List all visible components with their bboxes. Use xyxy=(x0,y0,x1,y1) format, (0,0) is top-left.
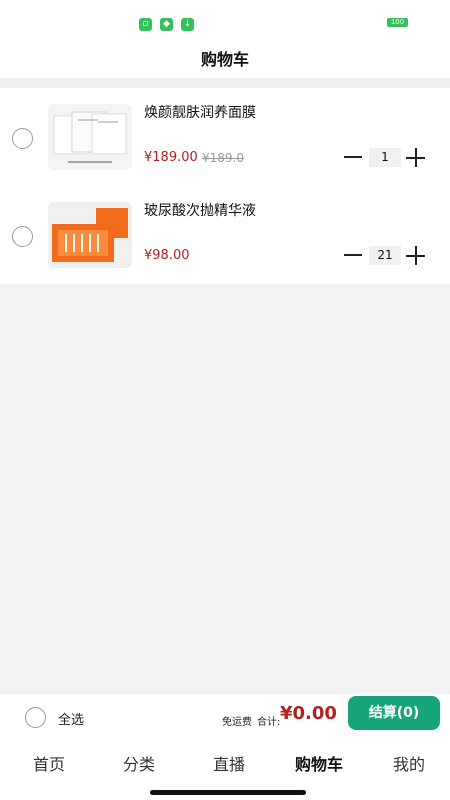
quantity-value[interactable]: 1 xyxy=(369,148,401,167)
divider xyxy=(0,78,450,88)
tab-home[interactable]: 首页 xyxy=(9,751,89,775)
increase-quantity-button[interactable] xyxy=(406,246,425,265)
cart-item: 玻尿酸次抛精华液 ¥98.00 21 xyxy=(0,186,450,284)
status-icons: ▫ ◆ ↓ xyxy=(139,18,194,31)
download-icon: ↓ xyxy=(181,18,194,31)
message-icon: ▫ xyxy=(139,18,152,31)
tab-mine[interactable]: 我的 xyxy=(369,751,449,775)
page-title: 购物车 xyxy=(200,50,249,69)
item-select-radio[interactable] xyxy=(12,128,33,149)
product-price: ¥189.00 xyxy=(144,150,198,165)
quantity-value[interactable]: 21 xyxy=(369,246,401,265)
decrease-quantity-button[interactable] xyxy=(344,156,362,158)
checkout-button[interactable]: 结算(0) xyxy=(348,696,440,730)
checkout-bar: 全选 免运费 合计: ¥0.00 结算(0) xyxy=(0,694,450,738)
select-all-label[interactable]: 全选 xyxy=(58,709,84,728)
total-amount: ¥0.00 xyxy=(280,703,337,724)
status-bar: ▫ ◆ ↓ 100 xyxy=(0,0,450,36)
tab-category[interactable]: 分类 xyxy=(99,751,179,775)
select-all-radio[interactable] xyxy=(25,707,46,728)
product-name[interactable]: 玻尿酸次抛精华液 xyxy=(144,200,256,220)
original-price: ¥189.0 xyxy=(202,151,244,165)
product-name[interactable]: 焕颜靓肤润养面膜 xyxy=(144,102,256,122)
tab-cart[interactable]: 购物车 xyxy=(279,751,359,775)
product-price: ¥98.00 xyxy=(144,248,190,263)
free-shipping-label: 免运费 xyxy=(222,717,252,728)
tab-live[interactable]: 直播 xyxy=(189,751,269,775)
shield-icon: ◆ xyxy=(160,18,173,31)
home-indicator[interactable] xyxy=(150,790,306,795)
increase-quantity-button[interactable] xyxy=(406,148,425,167)
item-select-radio[interactable] xyxy=(12,226,33,247)
header: 购物车 xyxy=(0,36,450,78)
cart-item: 焕颜靓肤润养面膜 ¥189.00 ¥189.0 1 xyxy=(0,88,450,186)
product-image[interactable] xyxy=(48,202,132,268)
battery-icon: 100 xyxy=(387,18,408,27)
cart-list: 焕颜靓肤润养面膜 ¥189.00 ¥189.0 1 玻尿酸次抛精华液 ¥98.0… xyxy=(0,88,450,284)
total-label: 合计: xyxy=(257,717,281,728)
decrease-quantity-button[interactable] xyxy=(344,254,362,256)
product-image[interactable] xyxy=(48,104,132,170)
